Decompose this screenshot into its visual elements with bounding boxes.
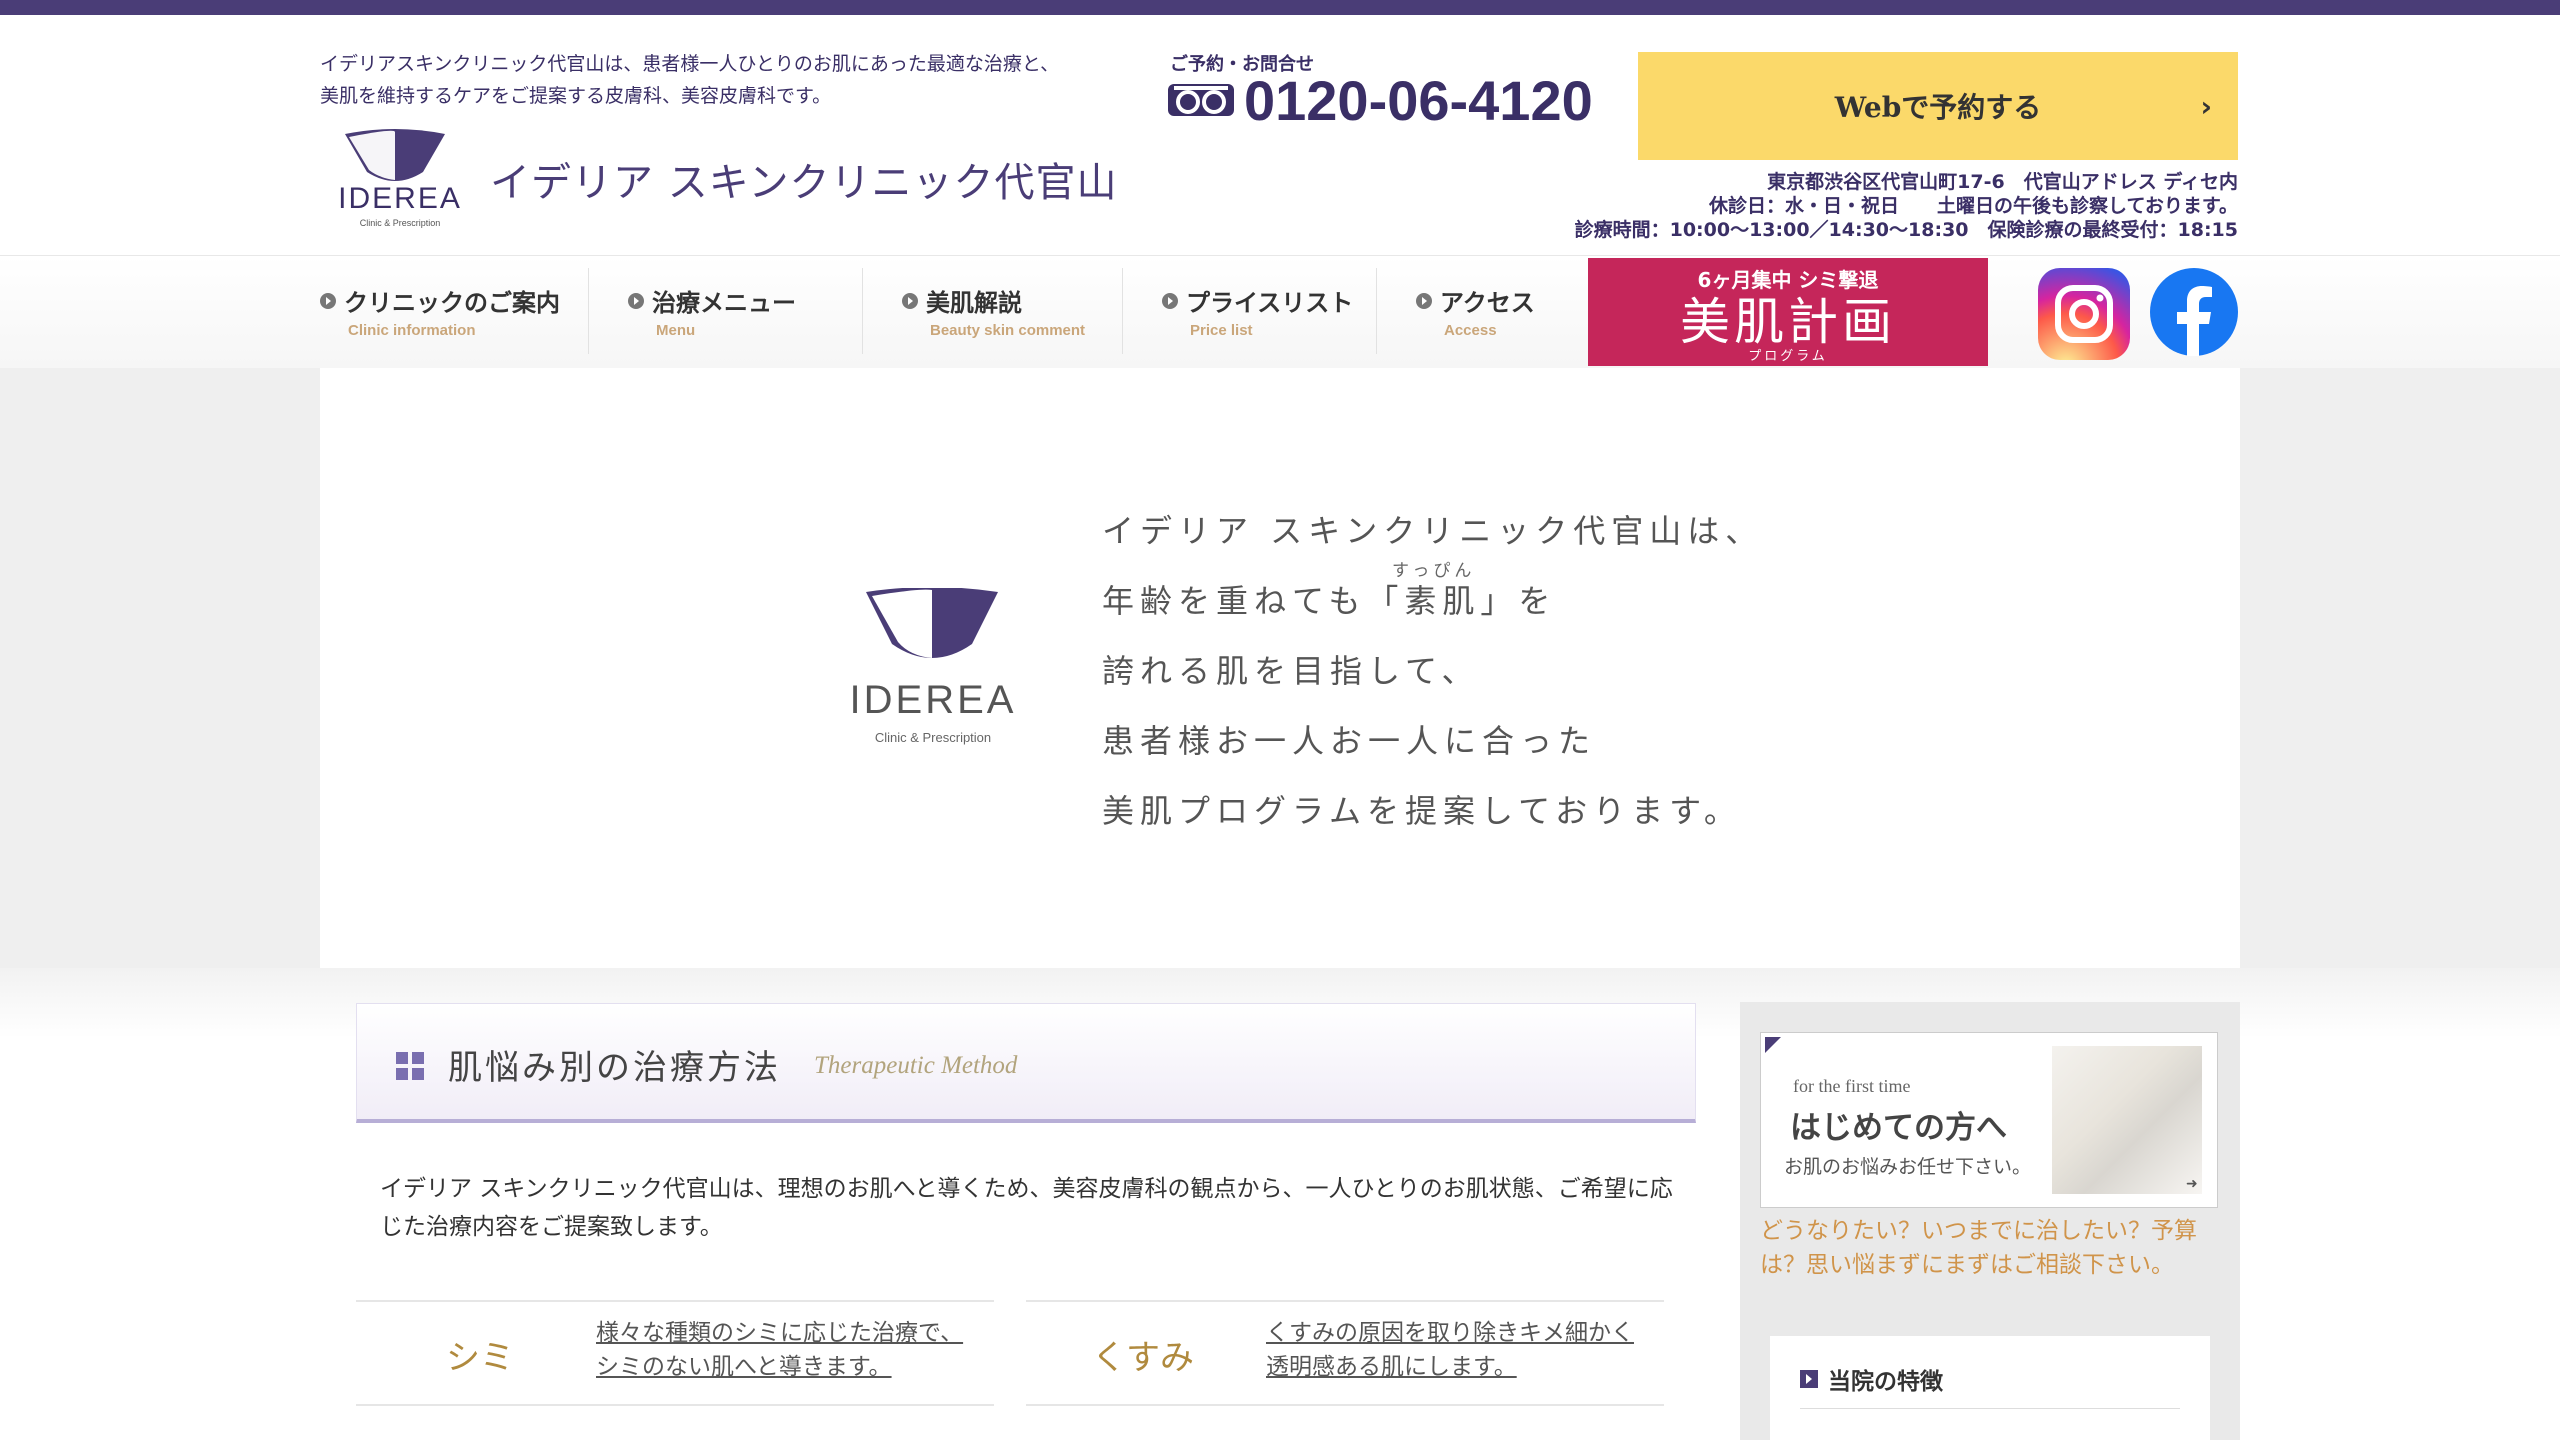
hero-logo-text: IDEREA [849,678,1017,722]
banner-line-3: プログラム [1748,349,1828,364]
nav-divider [1122,268,1123,354]
corner-triangle-icon [1765,1037,1781,1053]
tel-number[interactable]: 0120-06-4120 [1244,68,1593,133]
nav-item-price[interactable]: プライスリスト Price list [1162,258,1372,364]
nav-label-en: Price list [1190,322,1253,339]
banner-line-2: 美肌計画 [1680,293,1896,351]
category-name: シミ [446,1338,514,1378]
nav-label-en: Beauty skin comment [930,322,1086,339]
web-reserve-button[interactable]: Webで予約する › [1638,52,2238,160]
nav-item-menu[interactable]: 治療メニュー Menu [628,258,858,364]
hero-line-1: イデリア スキンクリニック代官山は、 [1102,512,1764,550]
arrow-square-icon [1800,1370,1818,1388]
arrow-bullet-icon [320,292,336,309]
top-accent-bar [0,0,2560,15]
facebook-icon[interactable] [2150,268,2238,356]
category-desc-2[interactable]: シミのない肌へと導きます。 [596,1350,996,1384]
clinic-name[interactable]: イデリア スキンクリニック代官山 [490,150,1118,208]
nav-divider [862,268,863,354]
arrow-bullet-icon [628,292,644,309]
clinic-info: 東京都渋谷区代官山町17-6 代官山アドレス ディセ内 休診日：水・日・祝日 土… [1575,170,2238,242]
nav-item-beauty[interactable]: 美肌解説 Beauty skin comment [902,258,1122,364]
bihada-program-banner[interactable]: 6ヶ月集中 シミ撃退 美肌計画 プログラム [1588,258,1988,366]
address-text: 東京都渋谷区代官山町17-6 代官山アドレス ディセ内 [1767,171,2238,193]
nav-label-en: Access [1444,322,1497,339]
hero-line-5: 美肌プログラムを提案しております。 [1102,792,1742,830]
arrow-bullet-icon [1416,292,1432,309]
feature-title[interactable]: 当院の特徴 [1800,1362,1943,1396]
first-time-title: はじめての方へ [1790,1110,2007,1146]
category-desc-2[interactable]: 透明感ある肌にします。 [1266,1350,1666,1384]
instagram-icon[interactable] [2038,268,2130,360]
closed-days-text: 休診日：水・日・祝日 土曜日の午後も診察しております。 [1709,195,2238,217]
tagline-line-2: 美肌を維持するケアをご提案する皮膚科、美容皮膚科です。 [320,85,832,107]
arrow-bullet-icon [1162,292,1178,309]
section-title-en: Therapeutic Method [814,1052,1018,1079]
category-card-shimi[interactable]: シミ 様々な種類のシミに応じた治療で、 シミのない肌へと導きます。 [356,1300,994,1406]
hero-line-4: 患者様お一人お一人に合った [1102,722,1597,760]
nav-label: プライスリスト [1186,289,1354,317]
first-time-en: for the first time [1793,1076,1911,1096]
web-reserve-label: Webで予約する [1834,91,2042,124]
arrow-right-icon: ➜ [2186,1176,2198,1192]
logo-text[interactable]: IDEREA [330,182,470,216]
nav-label: クリニックのご案内 [344,289,560,317]
chevron-right-icon: › [2200,90,2212,123]
hero-line-2: 年齢を重ねても「素肌」を [1102,582,1557,620]
first-time-subtitle: お肌のお悩みお任せ下さい。 [1784,1156,2032,1178]
banner-line-1: 6ヶ月集中 シミ撃退 [1697,268,1879,292]
feature-title-label: 当院の特徴 [1828,1369,1943,1395]
nav-item-access[interactable]: アクセス Access [1416,258,1576,364]
nav-label: アクセス [1440,289,1535,317]
consultation-photo [2052,1046,2202,1194]
nav-label-en: Clinic information [348,322,476,339]
consult-text: どうなりたい？いつまでに治したい？予算は？思い悩まずにまずはご相談下さい。 [1760,1218,2197,1278]
logo-subtitle: Clinic & Prescription [359,218,441,228]
nav-divider [1376,268,1377,354]
section-intro: イデリア スキンクリニック代官山は、理想のお肌へと導くため、美容皮膚科の観点から… [380,1176,1673,1240]
category-desc-1[interactable]: 様々な種類のシミに応じた治療で、 [596,1316,996,1350]
nav-label: 治療メニュー [652,289,796,317]
hero-line-3: 誇れる肌を目指して、 [1102,652,1480,690]
logo-shield-icon [866,588,998,658]
category-card-kusumi[interactable]: くすみ くすみの原因を取り除きキメ細かく 透明感ある肌にします。 [1026,1300,1664,1406]
nav-label-en: Menu [656,322,696,339]
nav-label: 美肌解説 [926,289,1022,317]
category-desc-1[interactable]: くすみの原因を取り除きキメ細かく [1266,1316,1666,1350]
freedial-icon [1168,84,1234,116]
nav-item-clinic[interactable]: クリニックのご案内 Clinic information [320,258,586,364]
divider [1800,1408,2180,1409]
category-name: くすみ [1092,1338,1194,1378]
section-title: 肌悩み別の治療方法 [448,1048,781,1088]
header-tagline: イデリアスキンクリニック代官山は、患者様一人ひとりのお肌にあった最適な治療と、 … [320,48,1120,112]
hero-logo-subtitle: Clinic & Prescription [874,730,992,745]
grid-icon [396,1052,424,1080]
arrow-bullet-icon [902,292,918,309]
tagline-line-1: イデリアスキンクリニック代官山は、患者様一人ひとりのお肌にあった最適な治療と、 [320,53,1060,75]
hours-text: 診療時間：10:00～13:00／14:30～18:30 保険診療の最終受付：1… [1574,219,2238,241]
nav-divider [588,268,589,354]
